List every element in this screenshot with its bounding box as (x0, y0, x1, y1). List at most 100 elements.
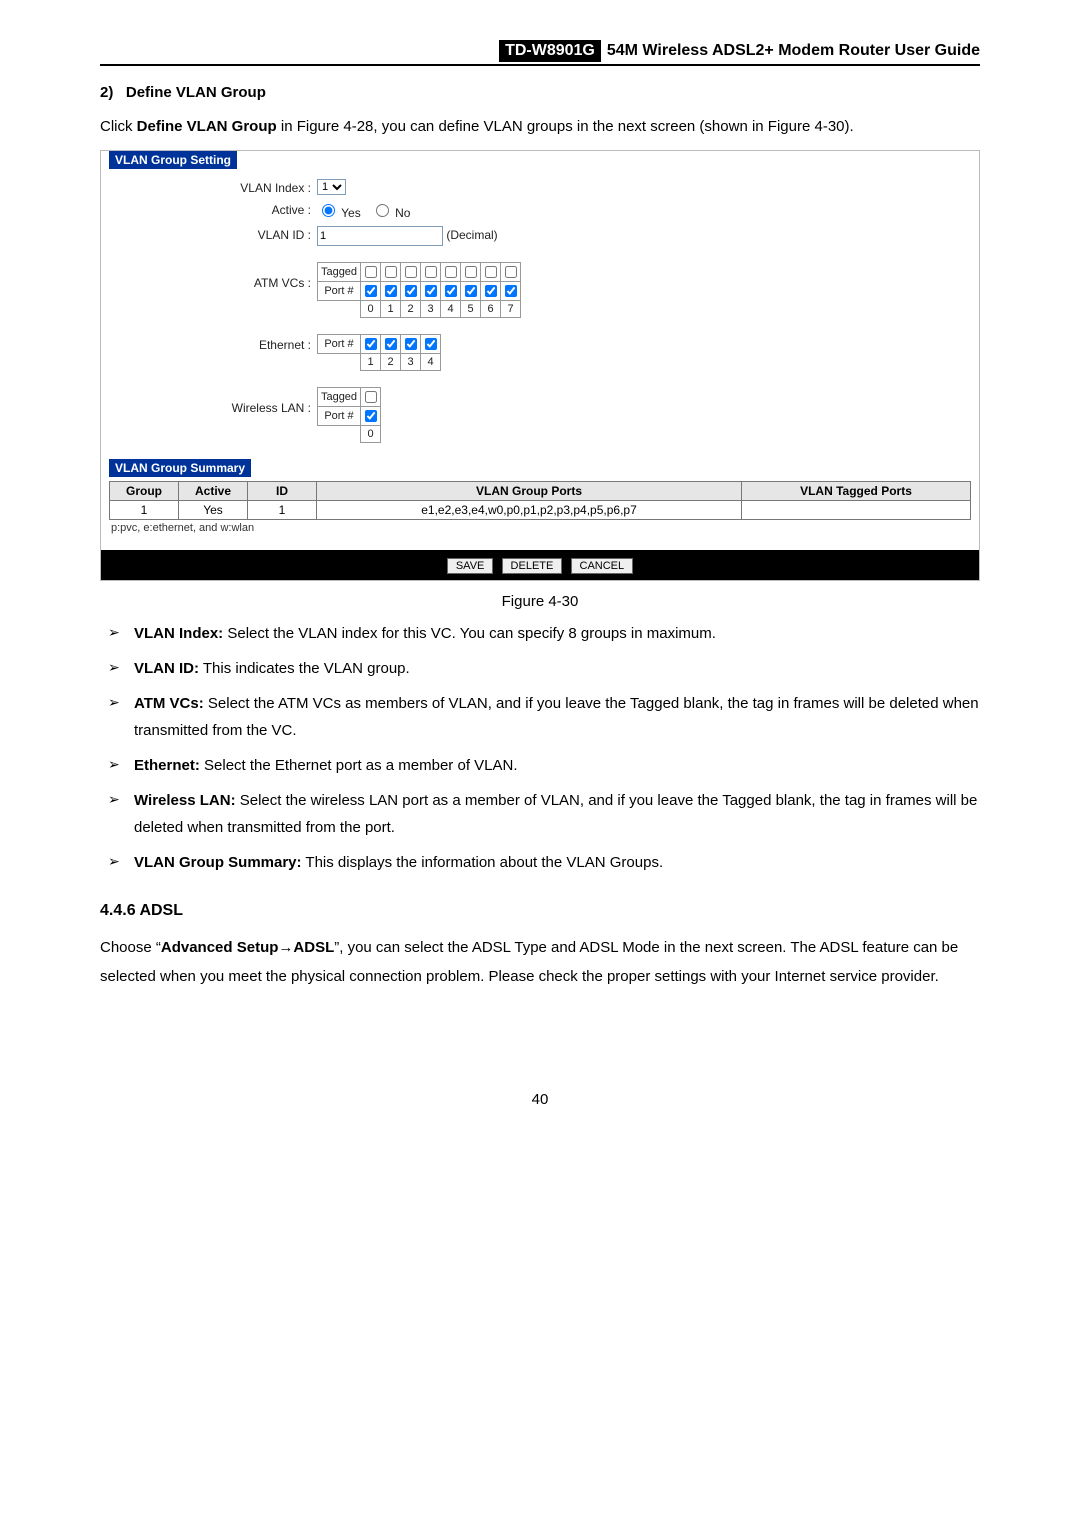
eth-port-label: Port # (318, 335, 361, 354)
wlan-tagged-0[interactable] (365, 391, 377, 403)
bullet-vlan-id: VLAN ID: This indicates the VLAN group. (100, 655, 980, 682)
summary-th-group: Group (110, 482, 179, 501)
b5-text: Select the wireless LAN port as a member… (134, 792, 977, 836)
active-no-text: No (395, 206, 410, 220)
intro-prefix: Click (100, 118, 137, 135)
atm-port-0[interactable] (365, 285, 377, 297)
vlan-id-input[interactable] (317, 226, 443, 246)
atm-tagged-6[interactable] (485, 266, 497, 278)
adsl-paragraph: Choose “Advanced Setup→ADSL”, you can se… (100, 934, 980, 991)
atm-tagged-5[interactable] (465, 266, 477, 278)
eth-port-2[interactable] (385, 338, 397, 350)
atm-port-1[interactable] (385, 285, 397, 297)
atm-vcs-table: Tagged Port # (317, 262, 521, 318)
wlan-tagged-label: Tagged (318, 388, 361, 407)
b6-bold: VLAN Group Summary: (134, 854, 302, 871)
cancel-button[interactable]: CANCEL (571, 558, 634, 574)
atm-col-6: 6 (481, 301, 501, 318)
vlan-group-summary-title: VLAN Group Summary (109, 459, 251, 477)
active-yes-radio[interactable] (322, 204, 335, 217)
b3-text: Select the ATM VCs as members of VLAN, a… (134, 695, 979, 739)
atm-tagged-2[interactable] (405, 266, 417, 278)
wlan-port-0[interactable] (365, 410, 377, 422)
atm-col-5: 5 (461, 301, 481, 318)
atm-port-2[interactable] (405, 285, 417, 297)
b2-text: This indicates the VLAN group. (199, 660, 410, 677)
summary-th-ports: VLAN Group Ports (317, 482, 742, 501)
ethernet-table: Port # 1 2 3 4 (317, 334, 441, 371)
summary-row: 1 Yes 1 e1,e2,e3,e4,w0,p0,p1,p2,p3,p4,p5… (110, 501, 971, 520)
summary-note: p:pvc, e:ethernet, and w:wlan (109, 520, 971, 540)
vlan-group-summary-fieldset: VLAN Group Summary Group Active ID VLAN … (101, 459, 979, 550)
bullet-list: VLAN Index: Select the VLAN index for th… (100, 620, 980, 876)
atm-tagged-4[interactable] (445, 266, 457, 278)
summary-cell-active: Yes (179, 501, 248, 520)
eth-port-3[interactable] (405, 338, 417, 350)
adsl-bold1: Advanced Setup (161, 939, 279, 956)
b1-text: Select the VLAN index for this VC. You c… (223, 625, 716, 642)
summary-th-id: ID (248, 482, 317, 501)
atm-tagged-7[interactable] (505, 266, 517, 278)
section-title: Define VLAN Group (126, 84, 266, 101)
vlan-id-label: VLAN ID : (111, 226, 317, 242)
atm-vcs-label: ATM VCs : (111, 262, 317, 290)
b4-bold: Ethernet: (134, 757, 200, 774)
active-label: Active : (111, 201, 317, 217)
summary-cell-group: 1 (110, 501, 179, 520)
bullet-vlan-index: VLAN Index: Select the VLAN index for th… (100, 620, 980, 647)
atm-col-7: 7 (501, 301, 521, 318)
atm-col-0: 0 (361, 301, 381, 318)
atm-col-2: 2 (401, 301, 421, 318)
summary-th-active: Active (179, 482, 248, 501)
active-yes-text: Yes (341, 206, 361, 220)
doc-title: 54M Wireless ADSL2+ Modem Router User Gu… (607, 42, 980, 60)
summary-cell-ports: e1,e2,e3,e4,w0,p0,p1,p2,p3,p4,p5,p6,p7 (317, 501, 742, 520)
eth-port-1[interactable] (365, 338, 377, 350)
atm-port-label: Port # (318, 282, 361, 301)
b5-bold: Wireless LAN: (134, 792, 236, 809)
summary-cell-id: 1 (248, 501, 317, 520)
eth-col-1: 1 (361, 354, 381, 371)
atm-col-4: 4 (441, 301, 461, 318)
section-number: 2) (100, 84, 113, 101)
wlan-col-0: 0 (361, 426, 381, 443)
atm-port-6[interactable] (485, 285, 497, 297)
section-heading: 2) Define VLAN Group (100, 84, 980, 101)
save-button[interactable]: SAVE (447, 558, 494, 574)
wlan-port-label: Port # (318, 407, 361, 426)
bullet-atm-vcs: ATM VCs: Select the ATM VCs as members o… (100, 690, 980, 744)
vlan-index-select[interactable]: 1 (317, 179, 346, 195)
eth-port-4[interactable] (425, 338, 437, 350)
atm-port-4[interactable] (445, 285, 457, 297)
b6-text: This displays the information about the … (302, 854, 664, 871)
ethernet-label: Ethernet : (111, 334, 317, 352)
delete-button[interactable]: DELETE (502, 558, 563, 574)
b4-text: Select the Ethernet port as a member of … (200, 757, 518, 774)
eth-col-3: 3 (401, 354, 421, 371)
adsl-prefix: Choose “ (100, 939, 161, 956)
b1-bold: VLAN Index: (134, 625, 223, 642)
figure-caption: Figure 4-30 (100, 593, 980, 610)
model-badge: TD-W8901G (499, 40, 601, 62)
b3-bold: ATM VCs: (134, 695, 204, 712)
active-yes-option[interactable]: Yes (317, 206, 361, 220)
eth-col-4: 4 (421, 354, 441, 371)
atm-tagged-3[interactable] (425, 266, 437, 278)
atm-tagged-1[interactable] (385, 266, 397, 278)
page-number: 40 (100, 1091, 980, 1108)
page-header: TD-W8901G 54M Wireless ADSL2+ Modem Rout… (100, 40, 980, 66)
adsl-arrow: → (278, 939, 293, 956)
bullet-vlan-group-summary: VLAN Group Summary: This displays the in… (100, 849, 980, 876)
vlan-group-setting-title: VLAN Group Setting (109, 151, 237, 169)
atm-col-1: 1 (381, 301, 401, 318)
atm-port-3[interactable] (425, 285, 437, 297)
summary-th-tagged: VLAN Tagged Ports (742, 482, 971, 501)
config-panel: VLAN Group Setting VLAN Index : 1 Active… (100, 150, 980, 581)
atm-col-3: 3 (421, 301, 441, 318)
adsl-heading: 4.4.6 ADSL (100, 902, 980, 920)
active-no-radio[interactable] (376, 204, 389, 217)
active-no-option[interactable]: No (371, 206, 411, 220)
atm-tagged-0[interactable] (365, 266, 377, 278)
atm-port-5[interactable] (465, 285, 477, 297)
atm-port-7[interactable] (505, 285, 517, 297)
